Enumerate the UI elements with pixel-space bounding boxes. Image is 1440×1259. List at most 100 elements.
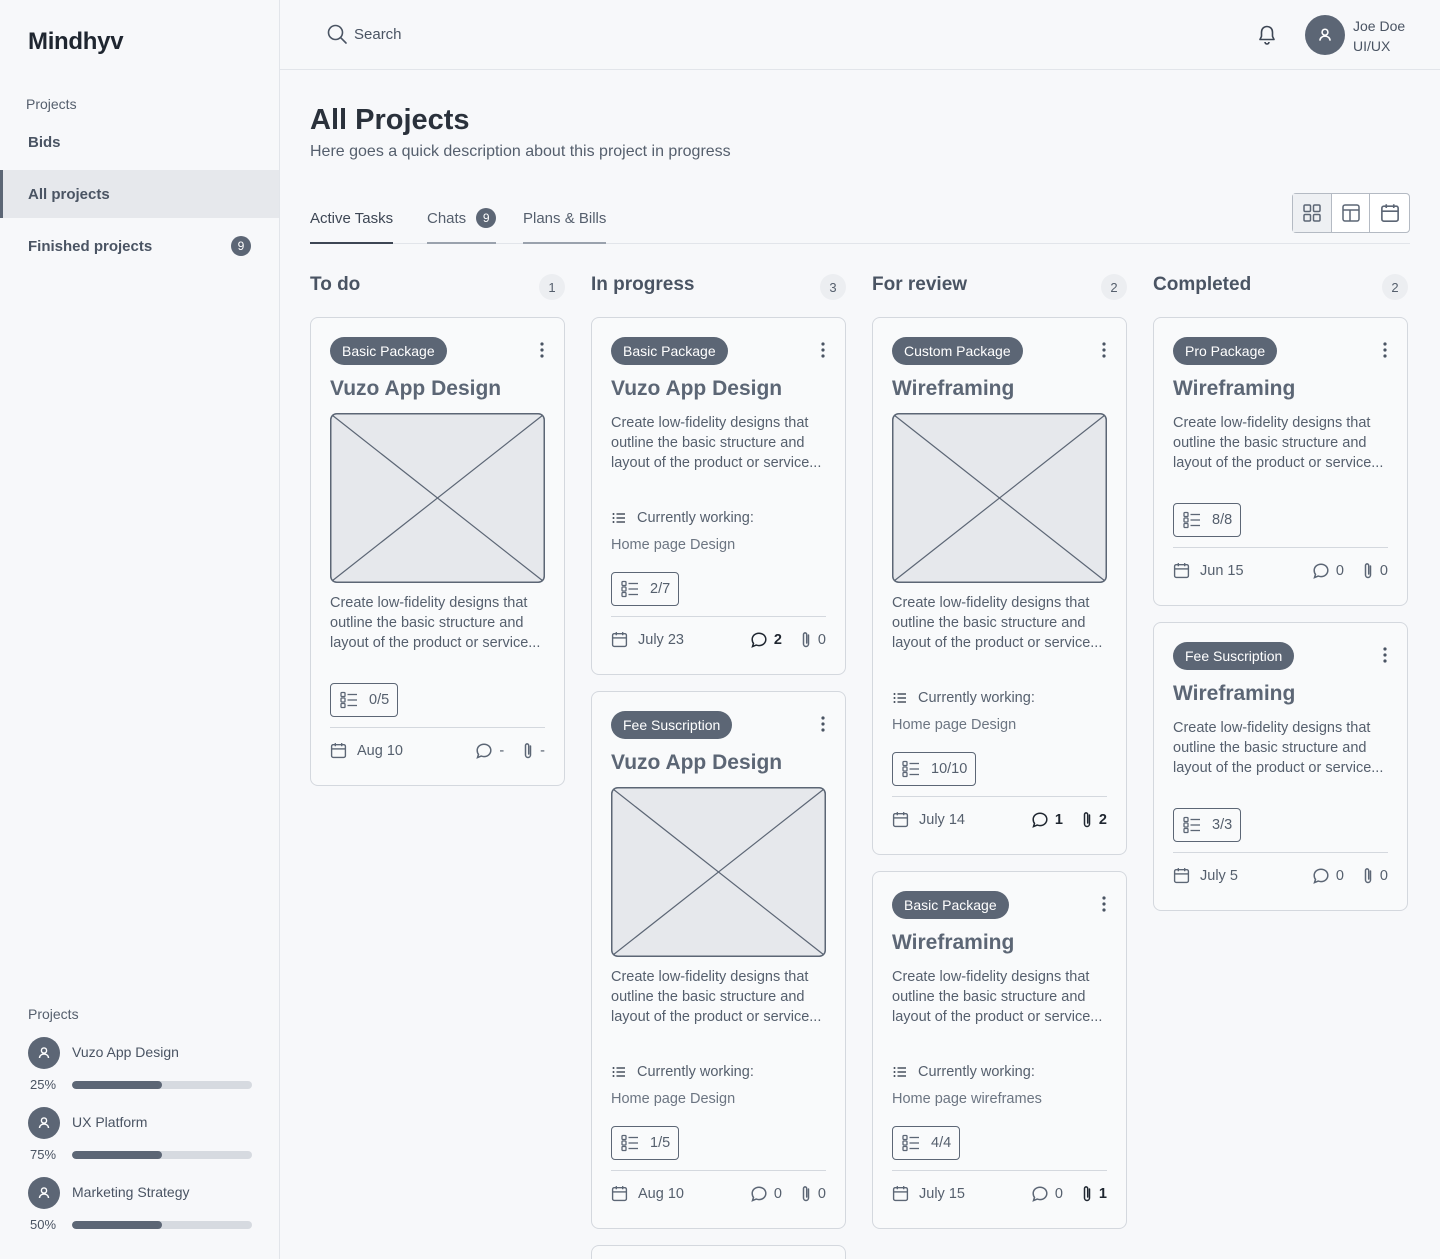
calendar-view-button[interactable] (1370, 194, 1409, 232)
board-view-button[interactable] (1332, 194, 1371, 232)
comment-count: 1 (1054, 812, 1063, 828)
card-description: Create low-fidelity designs that outline… (330, 595, 541, 651)
project-name: Vuzo App Design (72, 1044, 179, 1060)
attachment-icon[interactable] (1362, 562, 1374, 580)
checklist-count: 10/10 (931, 761, 968, 777)
progress-fill (72, 1081, 162, 1089)
app-logo[interactable]: Mindhyv (28, 28, 124, 56)
checklist-count: 4/4 (931, 1135, 952, 1151)
divider (892, 796, 1107, 797)
task-card[interactable]: Fee Suscription Wireframing Create low-f… (1153, 622, 1408, 911)
search-placeholder: Search (354, 25, 402, 43)
attachment-icon[interactable] (522, 742, 534, 760)
attachment-icon[interactable] (1362, 867, 1374, 885)
more-options-icon[interactable] (540, 342, 544, 358)
checklist-count: 1/5 (650, 1135, 671, 1151)
checklist-progress[interactable]: 10/10 (892, 752, 977, 786)
checklist-progress[interactable]: 4/4 (892, 1126, 961, 1160)
due-date-text: July 14 (919, 811, 965, 828)
attachment-icon[interactable] (1081, 811, 1093, 829)
comment-icon[interactable] (1031, 811, 1049, 829)
more-options-icon[interactable] (821, 342, 825, 358)
column-for-review: For review 2 Custom Package Wireframing … (872, 274, 1127, 1229)
column-to-do: To do 1 Basic Package Vuzo App Design Cr… (310, 274, 565, 786)
task-card[interactable]: Custom Package Wireframing Create low-fi… (872, 317, 1127, 855)
comment-count: 2 (773, 632, 782, 648)
comment-icon[interactable] (1312, 562, 1330, 580)
more-options-icon[interactable] (1383, 342, 1387, 358)
comment-icon[interactable] (750, 1185, 768, 1203)
user-avatar[interactable] (1305, 15, 1345, 55)
project-progress-item[interactable]: UX Platform 75% (28, 1107, 252, 1169)
checklist-progress[interactable]: 1/5 (611, 1126, 680, 1160)
comment-icon[interactable] (1312, 867, 1330, 885)
list-icon (611, 1064, 627, 1080)
column-header: To do 1 (310, 274, 565, 300)
task-card[interactable]: Basic Package Wireframing Create low-fid… (872, 871, 1127, 1229)
project-progress-item[interactable]: Vuzo App Design 25% (28, 1037, 252, 1099)
project-progress-item[interactable]: Marketing Strategy 50% (28, 1177, 252, 1239)
page-description: Here goes a quick description about this… (310, 143, 731, 160)
project-percent: 50% (30, 1217, 57, 1232)
more-options-icon[interactable] (821, 716, 825, 732)
sidebar-item-label: Finished projects (28, 237, 153, 255)
package-pill: Basic Package (330, 337, 447, 365)
checklist-progress[interactable]: 3/3 (1173, 808, 1242, 842)
grid-view-button[interactable] (1293, 194, 1332, 232)
more-options-icon[interactable] (1102, 342, 1106, 358)
task-card[interactable]: Basic Package Vuzo App Design Create low… (310, 317, 565, 786)
list-icon (892, 690, 908, 706)
sidebar-item-finished-projects[interactable]: Finished projects 9 (0, 222, 279, 270)
checklist-count: 3/3 (1212, 817, 1233, 833)
progress-bar (72, 1221, 252, 1229)
package-pill: Fee Suscription (1173, 642, 1295, 670)
attachment-icon[interactable] (800, 631, 812, 649)
user-menu[interactable]: Joe Doe UI/UX (1353, 16, 1405, 56)
card-meta: 0 1 (1031, 1185, 1107, 1203)
column-title: For review (872, 274, 968, 295)
notifications-button[interactable] (1257, 24, 1277, 51)
card-footer: Aug 10 0 0 (611, 1185, 826, 1205)
divider (611, 1170, 826, 1171)
attachment-icon[interactable] (800, 1185, 812, 1203)
card-meta: 2 0 (750, 631, 826, 649)
list-icon (892, 1064, 908, 1080)
column-header: For review 2 (872, 274, 1127, 300)
package-pill: Fee Suscription (611, 711, 733, 739)
image-placeholder (611, 787, 826, 957)
tab-active-tasks[interactable]: Active Tasks (310, 196, 394, 244)
tab-chats[interactable]: Chats 9 (427, 196, 497, 244)
column-count: 3 (820, 274, 846, 300)
checklist-progress[interactable]: 0/5 (330, 683, 399, 717)
attachment-count: 0 (817, 1186, 826, 1202)
task-card[interactable]: Fee Suscription Vuzo App Design Create l… (591, 691, 846, 1229)
task-card[interactable] (591, 1245, 846, 1259)
currently-working-label: Currently working: (637, 510, 754, 526)
more-options-icon[interactable] (1383, 647, 1387, 663)
sidebar-item-label: Bids (28, 133, 61, 151)
attachment-icon[interactable] (1081, 1185, 1093, 1203)
checklist-progress[interactable]: 2/7 (611, 572, 680, 606)
attachment-count: 0 (1379, 868, 1388, 884)
sidebar-item-all-projects[interactable]: All projects (0, 170, 279, 218)
checklist-progress[interactable]: 8/8 (1173, 503, 1242, 537)
card-title: Vuzo App Design (330, 377, 502, 400)
view-toggle (1292, 193, 1410, 233)
currently-working-task: Home page Design (611, 537, 736, 553)
comment-icon[interactable] (750, 631, 768, 649)
package-pill: Basic Package (892, 891, 1009, 919)
comment-icon[interactable] (1031, 1185, 1049, 1203)
more-options-icon[interactable] (1102, 896, 1106, 912)
comment-icon[interactable] (475, 742, 493, 760)
card-footer: Jun 15 0 0 (1173, 562, 1388, 582)
project-percent: 75% (30, 1147, 57, 1162)
task-card[interactable]: Basic Package Vuzo App Design Create low… (591, 317, 846, 675)
attachment-count: 0 (817, 632, 826, 648)
project-percent: 25% (30, 1077, 57, 1092)
sidebar-item-bids[interactable]: Bids (0, 118, 279, 166)
due-date-text: July 23 (638, 631, 684, 648)
task-card[interactable]: Pro Package Wireframing Create low-fidel… (1153, 317, 1408, 606)
tab-plans-bills[interactable]: Plans & Bills (523, 196, 607, 244)
checklist-count: 8/8 (1212, 512, 1233, 528)
search-input[interactable]: Search (326, 23, 402, 45)
